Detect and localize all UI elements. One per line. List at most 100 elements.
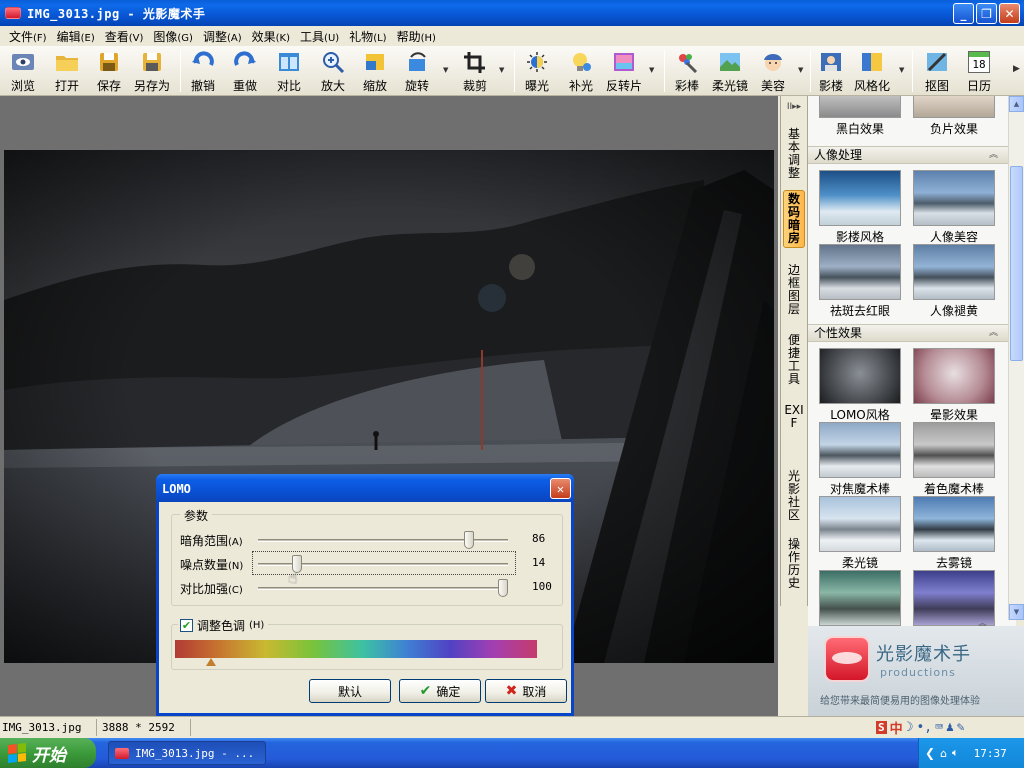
dialog-title-bar[interactable]: LOMO ✕ (156, 474, 574, 502)
tab-quick-tools[interactable]: 便捷工具 (783, 332, 805, 388)
hue-marker[interactable] (206, 658, 217, 666)
stylize-dropdown-arrow[interactable]: ▼ (899, 66, 904, 74)
exposure-label: 曝光 (524, 79, 549, 93)
product-banner[interactable]: 光影魔术手 productions 给您带来最简便易用的图像处理体验 (808, 626, 1024, 716)
close-button[interactable]: ✕ (999, 3, 1020, 24)
maximize-button[interactable]: ❐ (976, 3, 997, 24)
effect-defog[interactable]: 去雾镜 (912, 496, 996, 571)
cancel-button[interactable]: ✖ 取消 (485, 679, 567, 703)
effect-vignette[interactable]: 晕影效果 (912, 348, 996, 423)
crop-dropdown-arrow[interactable]: ▼ (499, 66, 504, 74)
effect-portrait-unyellow[interactable]: 人像褪黄 (912, 244, 996, 319)
wrench-icon[interactable]: ✎ (957, 720, 965, 735)
slider-thumb[interactable] (498, 579, 508, 597)
menu-view-label: 查看 (104, 29, 129, 44)
studio-button[interactable]: 影楼 (816, 48, 846, 94)
ime-language[interactable]: 中 (890, 718, 903, 737)
taskbar-app-item[interactable]: IMG_3013.jpg - ... (108, 741, 266, 765)
scroll-up-arrow[interactable]: ▲ (1009, 96, 1024, 112)
calendar-button[interactable]: 18 日历 (964, 48, 994, 94)
tab-basic-adjust[interactable]: 基本调整 (783, 126, 805, 182)
tab-history[interactable]: 操作历史 (783, 536, 805, 592)
collapse-section-icon[interactable]: ︽ (989, 325, 998, 341)
ok-button[interactable]: ✔ 确定 (399, 679, 481, 703)
menu-effects[interactable]: 效果(K) (247, 28, 295, 45)
menu-edit[interactable]: 编辑(E) (52, 28, 100, 45)
menu-view[interactable]: 查看(V) (100, 28, 149, 45)
ime-logo-icon[interactable]: S (876, 721, 887, 734)
tab-exif[interactable]: EXIF (783, 402, 805, 432)
open-button[interactable]: 打开 (50, 48, 84, 94)
section-portrait[interactable]: 人像处理 ︽ (808, 146, 1008, 164)
beauty-button[interactable]: 美容 (758, 48, 788, 94)
slider-thumb[interactable] (464, 531, 475, 549)
collapse-section-icon[interactable]: ︽ (989, 147, 998, 163)
collapse-panel-icon[interactable]: II▸▸ (784, 102, 804, 112)
scroll-down-arrow[interactable]: ▼ (1009, 604, 1024, 620)
back-arrow-icon[interactable]: ❮ (925, 746, 935, 760)
exposure-button[interactable]: 曝光 (522, 48, 552, 94)
hue-checkbox[interactable]: ✔ (180, 619, 193, 632)
menu-image[interactable]: 图像(G) (148, 28, 198, 45)
zoom-button[interactable]: 放大 (318, 48, 348, 94)
minimize-button[interactable]: _ (953, 3, 974, 24)
menu-gifts-key: (L) (373, 32, 387, 44)
moon-icon[interactable]: ☽ (906, 720, 914, 735)
hue-spectrum-bar[interactable] (175, 640, 537, 658)
compare-button[interactable]: 对比 (274, 48, 304, 94)
scroll-thumb[interactable] (1010, 166, 1023, 361)
tab-digital-darkroom[interactable]: 数码暗房 (783, 190, 805, 248)
tab-border-layer[interactable]: 边框图层 (783, 262, 805, 318)
effect-thumbnail-more-1[interactable] (818, 570, 902, 626)
effect-portrait-beauty[interactable]: 人像美容 (912, 170, 996, 245)
redo-button[interactable]: 重做 (230, 48, 260, 94)
effect-bw[interactable]: 黑白效果 (818, 96, 902, 137)
reverse-dropdown-arrow[interactable]: ▼ (649, 66, 654, 74)
section-personal[interactable]: 个性效果 ︽ (808, 324, 1008, 342)
color-wand-button[interactable]: 彩棒 (672, 48, 702, 94)
menu-adjust[interactable]: 调整(A) (198, 28, 247, 45)
hue-checkbox-row[interactable]: ✔ 调整色调 (H) (178, 617, 269, 634)
menu-help[interactable]: 帮助(H) (392, 28, 441, 45)
soft-lens-button[interactable]: 柔光镜 (710, 48, 750, 94)
undo-button[interactable]: 撤销 (188, 48, 218, 94)
effect-lomo[interactable]: LOMO风格 (818, 348, 902, 423)
effect-negative[interactable]: 负片效果 (912, 96, 996, 137)
menu-tools[interactable]: 工具(U) (295, 28, 344, 45)
default-button[interactable]: 默认 (309, 679, 391, 703)
volume-icon[interactable]: 🔈︎ (952, 746, 959, 760)
effect-color-wand[interactable]: 着色魔术棒 (912, 422, 996, 497)
menu-help-label: 帮助 (396, 29, 421, 44)
contrast-boost-slider[interactable] (258, 579, 508, 597)
start-button[interactable]: 开始 (0, 738, 96, 768)
stylize-button[interactable]: 风格化 (852, 48, 892, 94)
keyboard-icon[interactable]: ⌨ (935, 720, 943, 735)
clock[interactable]: 17:37 (974, 747, 1007, 760)
reverse-film-button[interactable]: 反转片 (604, 48, 644, 94)
dialog-close-button[interactable]: ✕ (550, 478, 571, 499)
punctuation-icon[interactable]: •, (916, 720, 932, 735)
effect-blemish-redeye[interactable]: 祛斑去红眼 (818, 244, 902, 319)
effect-focus-wand[interactable]: 对焦魔术棒 (818, 422, 902, 497)
effect-studio-style[interactable]: 影楼风格 (818, 170, 902, 245)
toolbar-overflow-arrow[interactable]: ▶ (1013, 64, 1020, 74)
effect-soft-lens[interactable]: 柔光镜 (818, 496, 902, 571)
tab-community[interactable]: 光影社区 (783, 468, 805, 524)
fill-light-button[interactable]: 补光 (566, 48, 596, 94)
save-as-button[interactable]: 另存为 (130, 48, 174, 94)
menu-gifts[interactable]: 礼物(L) (344, 28, 391, 45)
save-button[interactable]: 保存 (92, 48, 126, 94)
collapse-section-icon[interactable]: ︽ (978, 616, 987, 626)
crop-button[interactable]: 裁剪 (460, 48, 490, 94)
beauty-dropdown-arrow[interactable]: ▼ (798, 66, 803, 74)
rotate-button[interactable]: 旋转 (402, 48, 432, 94)
user-icon[interactable]: ♟ (946, 720, 954, 735)
vignette-range-slider[interactable] (258, 531, 508, 549)
network-icon[interactable]: ⌂ (940, 747, 947, 760)
resize-button[interactable]: 缩放 (360, 48, 390, 94)
effects-scrollbar[interactable]: ▲ ▼ (1008, 96, 1024, 620)
menu-file[interactable]: 文件(F) (4, 28, 52, 45)
rotate-dropdown-arrow[interactable]: ▼ (443, 66, 448, 74)
cutout-button[interactable]: 抠图 (922, 48, 952, 94)
browse-button[interactable]: 浏览 (6, 48, 40, 94)
